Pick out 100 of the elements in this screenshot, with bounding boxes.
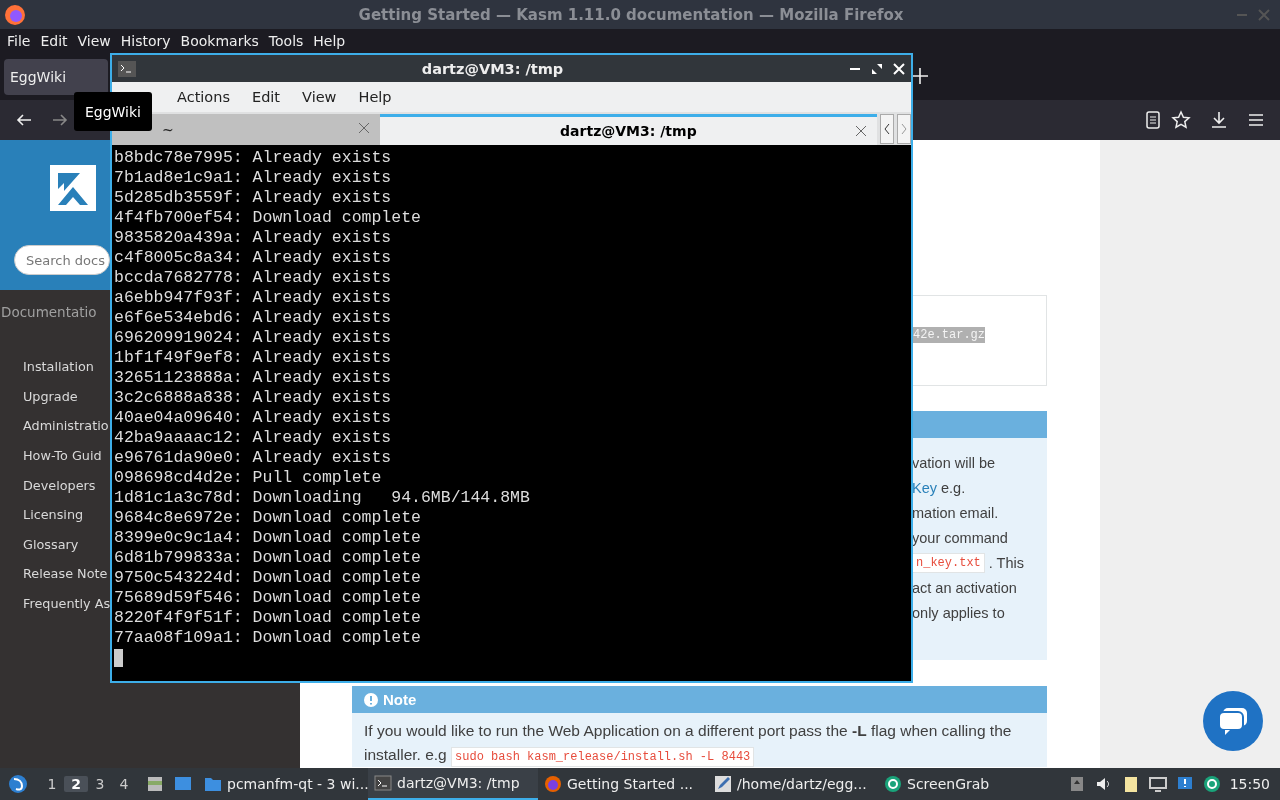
workspace-button[interactable]: 4 bbox=[112, 776, 136, 792]
terminal-line: 5d285db3559f: Already exists bbox=[114, 188, 393, 208]
paragraph-text: act an activation bbox=[912, 579, 1017, 596]
taskbar-task[interactable]: Getting Started ... bbox=[538, 768, 708, 800]
paragraph-text: vation will be bbox=[912, 454, 995, 471]
task-label: dartz@VM3: /tmp bbox=[397, 775, 520, 791]
paragraph-text: e.g. bbox=[941, 479, 966, 496]
start-menu-icon[interactable] bbox=[8, 774, 28, 794]
terminal-line: 696209919024: Already exists bbox=[114, 328, 393, 348]
paragraph-text: . This bbox=[988, 554, 1024, 571]
terminal-screen[interactable] bbox=[112, 145, 911, 681]
sidebar-link[interactable]: How-To Guid bbox=[23, 440, 102, 471]
aperture-icon bbox=[884, 775, 902, 793]
terminal-line: 77aa08f109a1: Download complete bbox=[114, 628, 422, 648]
terminal-line: 1d81c1a3c78d: Downloading 94.6MB/144.8MB bbox=[114, 488, 531, 508]
workspace-button[interactable]: 1 bbox=[40, 776, 64, 792]
new-tab-icon[interactable] bbox=[910, 66, 930, 86]
reader-icon[interactable] bbox=[1143, 110, 1163, 130]
note-title: Note bbox=[383, 691, 417, 708]
aperture-icon[interactable] bbox=[1202, 775, 1221, 793]
sidebar-link[interactable]: Licensing bbox=[23, 499, 84, 530]
inline-code: n_key.txt bbox=[912, 552, 985, 573]
terminal-line: 40ae04a09640: Already exists bbox=[114, 408, 393, 428]
pen-icon bbox=[714, 775, 732, 793]
sidebar-link[interactable]: Frequently As bbox=[23, 588, 111, 619]
taskbar-task[interactable]: /home/dartz/egg... bbox=[708, 768, 878, 800]
terminal-tab[interactable]: dartz@VM3: /tmp bbox=[379, 114, 878, 145]
sidebar-link[interactable]: Administratio bbox=[23, 411, 109, 441]
menu-item[interactable]: Tools bbox=[263, 33, 309, 49]
terminal-line: 4f4fb700ef54: Download complete bbox=[114, 208, 422, 228]
tooltip: EggWiki bbox=[74, 92, 152, 131]
terminal-line: b8bdc78e7995: Already exists bbox=[114, 148, 393, 168]
sidebar-link[interactable]: Installation bbox=[23, 352, 94, 382]
star-icon[interactable] bbox=[1171, 110, 1191, 130]
terminal-line: 8220f4f9f51f: Download complete bbox=[114, 608, 422, 628]
sidebar-link[interactable]: Release Note bbox=[23, 559, 108, 589]
text-cursor bbox=[114, 649, 123, 667]
terminal-line: 3c2c6888a838: Already exists bbox=[114, 388, 393, 408]
chat-icon bbox=[1217, 706, 1249, 736]
terminal-line: 75689d59f546: Download complete bbox=[114, 588, 422, 608]
task-label: pcmanfm-qt - 3 wi... bbox=[227, 776, 369, 792]
download-icon[interactable] bbox=[1209, 110, 1229, 130]
terminal-line: bccda7682778: Already exists bbox=[114, 268, 393, 288]
terminal-line: 7b1ad8e1c9a1: Already exists bbox=[114, 168, 393, 188]
paragraph-text: only applies to bbox=[912, 604, 1005, 621]
terminal-line: 9750c543224d: Download complete bbox=[114, 568, 422, 588]
taskbar-task[interactable]: ScreenGrab bbox=[878, 768, 1048, 800]
window-title: Getting Started — Kasm 1.11.0 documentation — Mozilla Firefox bbox=[357, 5, 905, 24]
menu-item[interactable]: Help bbox=[347, 89, 403, 105]
sidebar-link[interactable]: Upgrade bbox=[23, 381, 78, 412]
selected-code: 42e.tar.gz bbox=[913, 327, 985, 343]
drawer-icon[interactable] bbox=[146, 775, 164, 793]
task-label: Getting Started ... bbox=[567, 776, 694, 792]
terminal-line: e6f6e534ebd6: Already exists bbox=[114, 308, 393, 328]
workspace-button[interactable]: 2 bbox=[64, 776, 88, 792]
task-label: ScreenGrab bbox=[907, 776, 990, 792]
menu-item[interactable]: Help bbox=[308, 33, 351, 49]
menu-item[interactable]: Edit bbox=[240, 89, 292, 105]
sidebar-link[interactable]: Glossary bbox=[23, 529, 79, 560]
terminal-icon bbox=[118, 60, 136, 77]
taskbar-task[interactable]: dartz@VM3: /tmp bbox=[368, 768, 538, 800]
exclamation-icon bbox=[364, 692, 378, 707]
desktop-icon[interactable] bbox=[174, 775, 192, 793]
terminal-line: 1bf1f49f9ef8: Already exists bbox=[114, 348, 393, 368]
maximize-icon[interactable] bbox=[871, 62, 883, 75]
doc-link[interactable]: Key bbox=[912, 479, 937, 496]
menu-item[interactable]: Edit bbox=[35, 33, 73, 49]
terminal-line: 32651123888a: Already exists bbox=[114, 368, 393, 388]
sidebar-caption: Documentatio bbox=[1, 304, 97, 320]
note-text: If you would like to run the Web Application on a different port pass the -L flag when calling the installer. e.g sudo bash kasm_release/install.sh -L 8443 bbox=[352, 713, 1047, 767]
scroll-left-icon[interactable] bbox=[880, 114, 894, 144]
menu-item[interactable]: History bbox=[115, 33, 176, 49]
terminal-line: 9684c8e6972e: Download complete bbox=[114, 508, 422, 528]
workspace-button[interactable]: 3 bbox=[88, 776, 112, 792]
terminal-line: 42ba9aaaac12: Already exists bbox=[114, 428, 393, 448]
sidebar-link[interactable]: Developers bbox=[23, 470, 96, 500]
terminal-icon bbox=[374, 774, 392, 792]
window-title: dartz@VM3: /tmp bbox=[420, 60, 565, 77]
terminal-line: c4f8005c8a34: Already exists bbox=[114, 248, 393, 268]
paragraph-text: your command bbox=[912, 529, 1008, 546]
search-field[interactable]: Search docs bbox=[14, 245, 110, 275]
browser-tab[interactable]: EggWiki bbox=[4, 58, 108, 95]
menu-item[interactable]: Bookmarks bbox=[175, 33, 264, 49]
menu-item[interactable]: View bbox=[291, 89, 348, 105]
menu-item[interactable]: File bbox=[2, 33, 36, 49]
menu-item[interactable]: View bbox=[72, 33, 116, 49]
folder-icon bbox=[204, 775, 222, 793]
terminal-line: 9835820a439a: Already exists bbox=[114, 228, 393, 248]
browser-logo-icon bbox=[4, 3, 26, 26]
terminal-line: a6ebb947f93f: Already exists bbox=[114, 288, 393, 308]
taskbar-task[interactable]: pcmanfm-qt - 3 wi... bbox=[198, 768, 368, 800]
terminal-line: 6d81b799833a: Download complete bbox=[114, 548, 422, 568]
terminal-line: 098698cd4d2e: Pull complete bbox=[114, 468, 383, 488]
clock[interactable]: 15:50 bbox=[1229, 776, 1270, 792]
paragraph-text: mation email. bbox=[912, 504, 999, 521]
menu-item[interactable]: Actions bbox=[166, 89, 241, 105]
logo-icon[interactable] bbox=[50, 165, 96, 211]
terminal-line: e96761da90e0: Already exists bbox=[114, 448, 393, 468]
browser-icon bbox=[544, 775, 562, 793]
task-label: /home/dartz/egg... bbox=[737, 776, 867, 792]
